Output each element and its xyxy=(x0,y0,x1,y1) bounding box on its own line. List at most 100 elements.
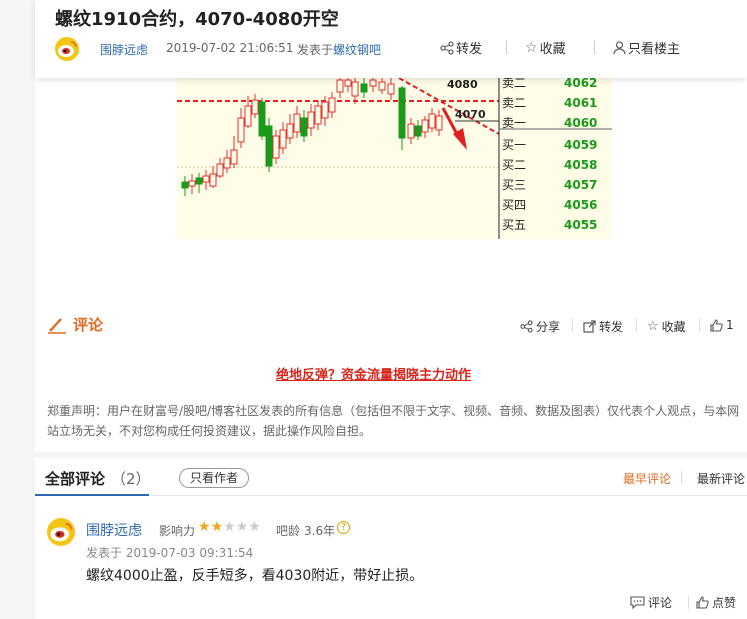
candle-body xyxy=(244,105,252,127)
candle-body xyxy=(407,123,415,139)
pencil-icon xyxy=(48,317,66,334)
star-icon: ☆ xyxy=(525,39,538,56)
order-book-price: 4061 xyxy=(564,96,597,110)
order-book-label: 卖二 xyxy=(502,78,526,90)
post-title: 螺纹1910合约，4070-4080开空 xyxy=(55,9,339,30)
candle-body xyxy=(321,101,329,119)
candle-body xyxy=(251,99,259,115)
candle-body xyxy=(300,117,308,137)
candle-body xyxy=(351,81,359,97)
candle-body xyxy=(307,111,315,129)
star-icon: ★ xyxy=(210,519,224,535)
share-label: 分享 xyxy=(536,320,561,334)
tab-all-comments-label: 全部评论 xyxy=(45,470,106,488)
candle-body xyxy=(344,79,352,87)
user-icon xyxy=(613,40,626,54)
forward-label: 转发 xyxy=(599,320,624,334)
thumbs-up-icon xyxy=(710,318,723,332)
candle-body xyxy=(209,173,217,187)
candle-body xyxy=(336,79,344,93)
active-tab-indicator xyxy=(35,494,149,496)
tab-all-comments[interactable]: 全部评论 （2） xyxy=(45,468,151,489)
favorite-button[interactable]: ☆ 收藏 xyxy=(525,38,566,58)
star-icon: ★ xyxy=(248,519,261,535)
star-icon: ☆ xyxy=(647,319,659,334)
order-book-label: 买五 xyxy=(502,218,526,232)
candle-body xyxy=(195,177,203,185)
order-book-price: 4058 xyxy=(564,158,597,172)
bar-link[interactable]: 螺纹钢吧 xyxy=(333,41,381,58)
bar-age-value: 3.6年 xyxy=(304,524,336,538)
candlestick-chart: 4080 4070 卖二 4062 卖二 4061 卖一 4060 买一 4059 买二 4058… xyxy=(177,78,612,239)
forward-button[interactable]: 转发 xyxy=(440,38,482,57)
forward-icon xyxy=(583,320,596,333)
forward-button[interactable]: 转发 xyxy=(583,318,623,335)
candle-body xyxy=(360,83,368,93)
candle-body xyxy=(369,79,377,87)
divider xyxy=(506,40,507,54)
star-icon: ★ xyxy=(223,519,236,535)
candle-body xyxy=(230,149,238,165)
candle-body xyxy=(237,117,245,143)
reply-label: 评论 xyxy=(648,596,673,610)
like-comment-button[interactable]: 点赞 xyxy=(696,594,736,611)
candle-body xyxy=(216,163,224,177)
like-button[interactable]: 1 xyxy=(710,318,734,332)
star-icon: ★ xyxy=(235,519,249,535)
author-only-button[interactable]: 只看作者 xyxy=(179,468,249,488)
order-book-price: 4056 xyxy=(564,198,597,212)
help-icon[interactable]: ? xyxy=(337,521,350,534)
weibo-icon xyxy=(58,41,77,57)
divider xyxy=(572,318,573,332)
candle-body xyxy=(414,125,422,137)
bar-age-label: 吧龄 xyxy=(276,524,301,538)
favorite-label: 收藏 xyxy=(661,320,686,334)
candle-body xyxy=(387,83,395,95)
influence-stars: ★★★★★ xyxy=(198,519,261,535)
owner-only-button[interactable]: 只看楼主 xyxy=(613,38,680,57)
divider xyxy=(688,596,689,609)
candle-body xyxy=(435,115,443,131)
comment-count: （2） xyxy=(111,470,151,488)
share-button[interactable]: 分享 xyxy=(520,318,560,335)
commenter-avatar[interactable] xyxy=(47,518,75,546)
thumbs-up-icon xyxy=(696,596,709,609)
post-header: 螺纹1910合约，4070-4080开空 围脖远虑 2019-07-02 21:… xyxy=(35,0,747,78)
promo-link[interactable]: 绝地反弹？资金流量揭晓主力动作 xyxy=(0,364,747,383)
divider xyxy=(699,318,700,332)
comment-button[interactable]: 评论 xyxy=(47,314,103,335)
sort-latest-button[interactable]: 最新评论 xyxy=(697,470,745,487)
candle-body xyxy=(293,113,301,133)
published-in-label: 发表于 xyxy=(297,43,334,57)
order-book-label: 卖一 xyxy=(502,116,526,130)
influence-label: 影响力 xyxy=(159,524,196,538)
candle-body xyxy=(258,101,266,137)
reply-button[interactable]: 评论 xyxy=(630,594,672,611)
comment-time: 发表于 2019-07-03 09:31:54 xyxy=(86,546,254,560)
post-author[interactable]: 围脖远虑 xyxy=(100,41,148,58)
author-avatar[interactable] xyxy=(55,37,79,61)
candle-body xyxy=(202,175,210,183)
like-count: 1 xyxy=(726,318,734,332)
share-icon xyxy=(440,40,454,55)
candle-body xyxy=(272,135,280,159)
sort-earliest-button[interactable]: 最早评论 xyxy=(623,470,671,487)
commenter-name[interactable]: 围脖远虑 xyxy=(86,520,142,540)
order-book-label: 买一 xyxy=(502,138,526,152)
price-label-4080: 4080 xyxy=(447,78,478,91)
divider xyxy=(636,318,637,332)
candle-body xyxy=(286,123,294,139)
candle-body xyxy=(314,105,322,125)
comments-tabs: 全部评论 （2） 只看作者 最早评论 最新评论 xyxy=(35,458,747,496)
order-book-price: 4059 xyxy=(564,138,597,152)
candle-body xyxy=(378,81,386,91)
candle-body xyxy=(265,125,273,167)
divider xyxy=(594,40,595,54)
price-label-4070: 4070 xyxy=(455,108,486,121)
candle-body xyxy=(223,157,231,169)
order-book-label: 买四 xyxy=(502,198,526,212)
favorite-button[interactable]: ☆ 收藏 xyxy=(647,318,686,335)
forward-label: 转发 xyxy=(456,42,483,57)
candles xyxy=(181,78,443,196)
post-chart-image: 4080 4070 卖二 4062 卖二 4061 卖一 4060 买一 4059 买二 4058… xyxy=(177,78,612,239)
